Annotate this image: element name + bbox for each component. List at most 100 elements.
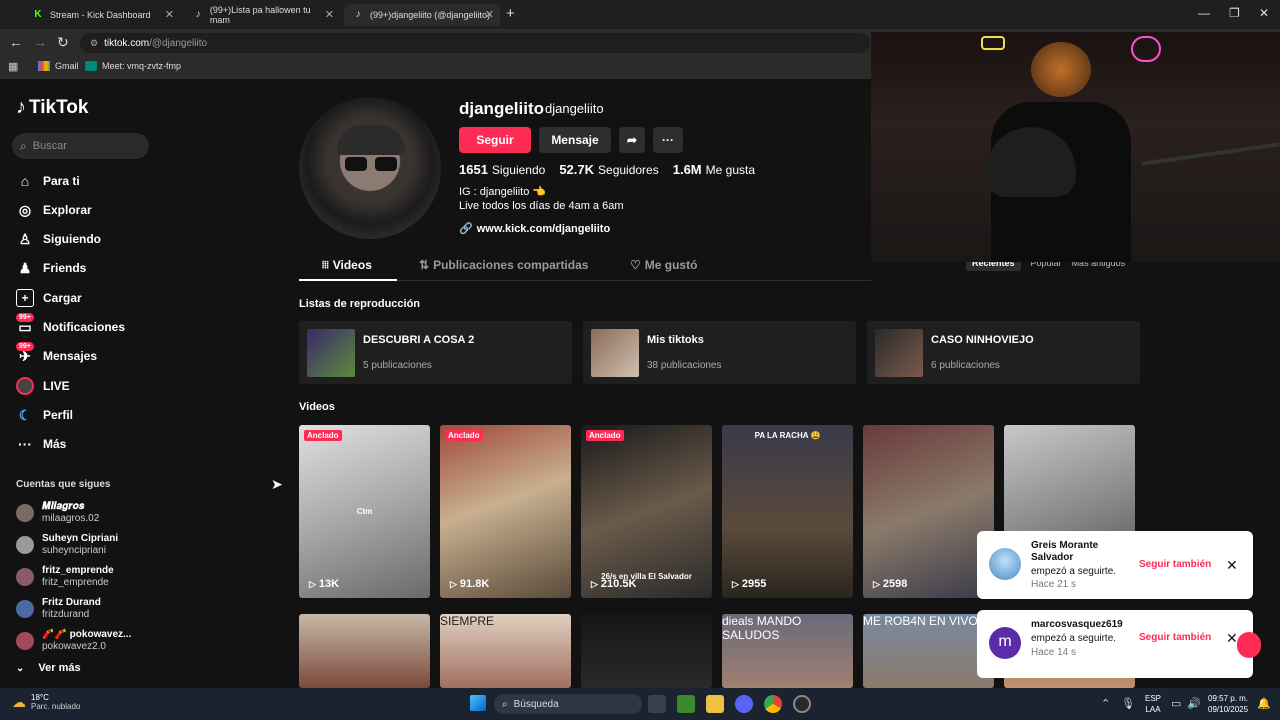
video-card[interactable]: dieals MANDO SALUDOS <box>722 614 853 688</box>
video-card[interactable]: SIEMPRE <box>440 614 571 688</box>
sidebar-item-friends[interactable]: ♟ Friends <box>16 258 87 278</box>
forward-icon[interactable]: → <box>33 34 47 50</box>
link-icon: 🔗 <box>459 223 473 235</box>
video-card[interactable]: Anclado Ctm ▷ 13K <box>299 425 430 598</box>
network-icon[interactable]: ▭ <box>1171 697 1181 710</box>
sidebar-item-mas[interactable]: ··· Más <box>16 434 66 454</box>
weather-widget[interactable]: ☁ 18°C Parc. nublado <box>12 693 80 711</box>
sidebar-item-para-ti[interactable]: ⌂ Para ti <box>16 171 80 191</box>
sidebar-item-live[interactable]: LIVE <box>16 376 70 396</box>
more-options-button[interactable]: ··· <box>653 127 683 153</box>
sunglass-right <box>375 157 397 171</box>
new-tab-button[interactable]: + <box>506 5 515 22</box>
following-account[interactable]: 🧨🧨 pokowavez... pokowavez2.0 <box>16 627 131 655</box>
video-caption: PA LA RACHA 😩 <box>754 431 821 440</box>
follow-back-button[interactable]: Seguir también <box>1139 632 1211 643</box>
sidebar-item-cargar[interactable]: + Cargar <box>16 288 82 308</box>
windows-start-icon[interactable] <box>470 695 486 711</box>
more-icon: ··· <box>18 436 32 452</box>
following-account[interactable]: 𝑴𝒊𝒍𝒂𝒈𝒓𝒐𝒔 milaagros.02 <box>16 499 99 527</box>
following-account[interactable]: fritz_emprende fritz_emprende <box>16 563 114 591</box>
video-card[interactable]: PA LA RACHA 😩 ▷ 2955 <box>722 425 853 598</box>
video-card[interactable] <box>299 614 430 688</box>
obs-icon[interactable] <box>793 695 811 713</box>
stat-following[interactable]: 1651 Siguiendo <box>459 162 545 177</box>
share-icon: ➦ <box>626 133 638 147</box>
tab-reposts[interactable]: ⇅ Publicaciones compartidas <box>419 258 588 272</box>
link-text: www.kick.com/djangeliito <box>476 223 611 235</box>
browser-tab-lista[interactable]: ♪ (99+)Lista pa hallowen tu mam ✕ <box>184 4 340 26</box>
minimize-icon[interactable]: — <box>1198 6 1210 20</box>
sidebar-item-mensajes[interactable]: ✈ 99+ Mensajes <box>16 342 97 366</box>
view-count: ▷ 210.5K <box>591 578 636 590</box>
message-button[interactable]: Mensaje <box>539 127 611 153</box>
window-close-icon[interactable]: ✕ <box>1259 6 1269 20</box>
minecraft-icon[interactable] <box>677 695 695 713</box>
tab-liked[interactable]: ♡ Me gustó <box>630 258 697 272</box>
close-icon[interactable]: ✕ <box>485 8 494 21</box>
profile-link[interactable]: 🔗 www.kick.com/djangeliito <box>459 222 610 235</box>
chrome-icon[interactable] <box>764 695 782 713</box>
reload-icon[interactable]: ↻ <box>57 34 69 51</box>
microphone-icon[interactable]: 🎙 <box>1121 697 1135 710</box>
active-tab-indicator <box>299 279 397 281</box>
task-view-icon[interactable] <box>648 695 666 713</box>
apps-grid-icon[interactable]: ▦ <box>8 60 18 73</box>
video-card[interactable]: Anclado 26/s en villa El Salvador ▷ 210.5… <box>581 425 712 598</box>
sidebar-item-explorar[interactable]: ◎ Explorar <box>16 200 92 220</box>
playlist-card[interactable]: CASO NINHOVIEJO 6 publicaciones <box>867 321 1140 384</box>
file-explorer-icon[interactable] <box>706 695 724 713</box>
browser-tab-profile[interactable]: ♪ (99+)djangeliito (@djangeliito) ✕ <box>344 4 500 26</box>
video-card[interactable]: Anclado ▷ 91.8K <box>440 425 571 598</box>
bookmark-meet[interactable]: Meet: vmq-zvtz-fmp <box>85 61 181 71</box>
playlist-thumbnail <box>307 329 355 377</box>
sidebar-item-notificaciones[interactable]: ▭ 99+ Notificaciones <box>16 313 125 337</box>
stat-followers[interactable]: 52.7K Seguidores <box>559 162 658 177</box>
restore-icon[interactable]: ❐ <box>1229 6 1240 20</box>
account-name: fritz_emprende <box>42 565 114 576</box>
language-indicator[interactable]: ESP LAA <box>1145 693 1161 715</box>
browser-tab-kick[interactable]: K Stream - Kick Dashboard ✕ <box>24 4 180 26</box>
close-icon[interactable]: ✕ <box>1226 557 1238 574</box>
follow-button[interactable]: Seguir <box>459 127 531 153</box>
back-icon[interactable]: ← <box>9 34 23 50</box>
notification-bell-icon[interactable]: 🔔 <box>1257 697 1271 710</box>
taskbar-search[interactable]: ⌕ Búsqueda <box>494 694 642 714</box>
live-icon <box>16 377 34 395</box>
scroll-top-button[interactable] <box>1237 632 1261 658</box>
tab-videos[interactable]: ⦙⦙⦙ Videos <box>322 258 372 272</box>
sidebar-item-siguiendo[interactable]: ♙ Siguiendo <box>16 229 101 249</box>
discord-icon[interactable] <box>735 695 753 713</box>
profile-nickname: djangeliito <box>545 101 604 116</box>
playlist-card[interactable]: Mis tiktoks 38 publicaciones <box>583 321 856 384</box>
sidebar-item-perfil[interactable]: ☾ Perfil <box>16 405 73 425</box>
playlist-card[interactable]: DESCUBRI A COSA 2 5 publicaciones <box>299 321 572 384</box>
stat-label: Seguidores <box>598 163 659 177</box>
close-icon[interactable]: ✕ <box>325 8 334 21</box>
account-name: Suheyn Cipriani <box>42 533 119 544</box>
close-icon[interactable]: ✕ <box>1226 630 1238 647</box>
close-icon[interactable]: ✕ <box>165 8 174 21</box>
following-account[interactable]: Suheyn Cipriani suheyncipriani <box>16 531 118 559</box>
video-caption: ME ROB4N EN VIVO <box>863 614 978 628</box>
video-card[interactable] <box>581 614 712 688</box>
address-bar[interactable]: ⚙ tiktok.com/@djangeliito <box>80 33 870 53</box>
share-button[interactable]: ➦ <box>619 127 645 153</box>
tiktok-logo[interactable]: ♪ TikTok <box>16 96 88 119</box>
search-input[interactable]: ⌕ Buscar <box>12 133 149 159</box>
tab-title: Stream - Kick Dashboard <box>50 10 151 20</box>
profile-avatar[interactable] <box>299 97 441 239</box>
see-more-button[interactable]: ⌄ Ver más <box>16 662 81 674</box>
message-label: Mensaje <box>551 133 599 147</box>
site-info-icon[interactable]: ⚙ <box>90 38 98 49</box>
volume-icon[interactable]: 🔊 <box>1187 697 1201 710</box>
view-count-value: 13K <box>318 578 340 590</box>
following-account[interactable]: Fritz Durand fritzdurand <box>16 595 101 623</box>
video-card[interactable]: ▷ 2598 <box>863 425 994 598</box>
video-card[interactable]: ME ROB4N EN VIVO <box>863 614 994 688</box>
follow-back-button[interactable]: Seguir también <box>1139 559 1211 570</box>
bookmark-gmail[interactable]: Gmail <box>38 61 79 71</box>
follow-notification: Greis Morante Salvador empezó a seguirte… <box>977 531 1253 599</box>
taskbar-clock[interactable]: 09:57 p. m. 09/10/2025 <box>1208 693 1248 715</box>
chevron-up-icon[interactable]: ⌃ <box>1101 697 1110 710</box>
